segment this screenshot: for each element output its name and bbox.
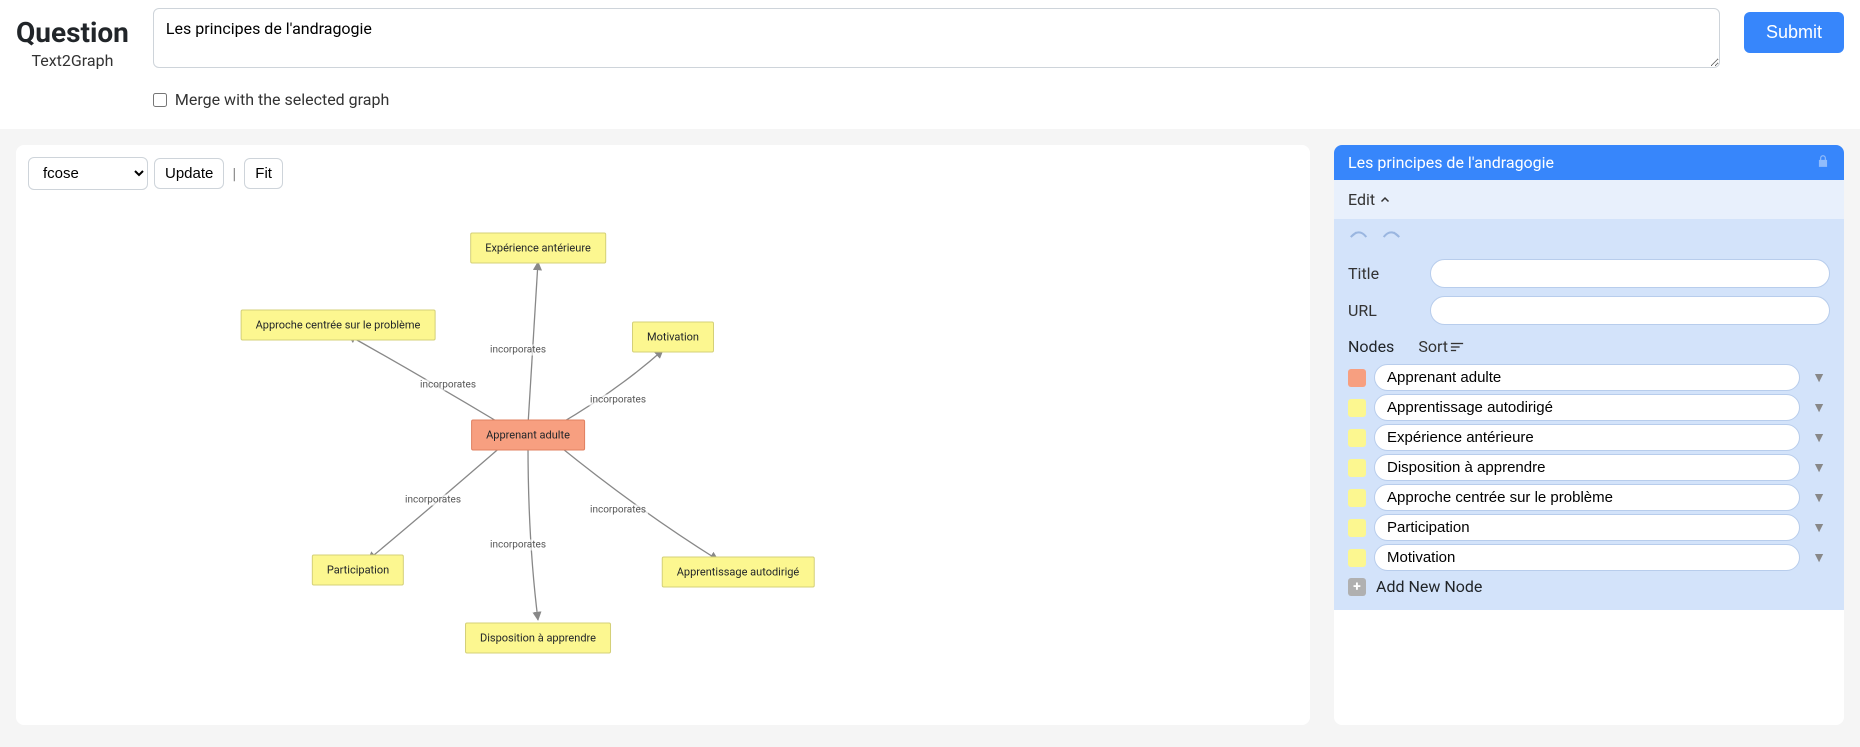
update-button[interactable]: Update [154,158,224,189]
merge-label[interactable]: Merge with the selected graph [175,90,389,109]
chevron-down-icon[interactable]: ▼ [1808,519,1830,536]
merge-checkbox[interactable] [153,93,167,107]
node-label-input[interactable] [1374,394,1800,421]
side-panel: Les principes de l'andragogie Edit Title… [1334,145,1844,725]
node-color[interactable] [1348,549,1366,567]
submit-button[interactable]: Submit [1744,12,1844,53]
node-label-input[interactable] [1374,424,1800,451]
node-color[interactable] [1348,459,1366,477]
side-title: Les principes de l'andragogie [1348,153,1554,172]
fit-button[interactable]: Fit [244,158,283,189]
chevron-down-icon[interactable]: ▼ [1808,399,1830,416]
graph-node-center[interactable]: Apprenant adulte [471,420,585,451]
node-label-input[interactable] [1374,484,1800,511]
graph-node[interactable]: Apprentissage autodirigé [662,557,815,588]
chevron-down-icon[interactable]: ▼ [1808,549,1830,566]
graph-panel: fcose Update | Fit [16,145,1310,725]
node-color[interactable] [1348,519,1366,537]
url-input[interactable] [1430,296,1830,325]
redo-icon[interactable] [1380,229,1402,245]
plus-icon: + [1348,578,1366,596]
node-item: ▼ [1348,544,1830,571]
url-label: URL [1348,301,1418,320]
sort-icon [1450,341,1464,353]
chevron-down-icon[interactable]: ▼ [1808,369,1830,386]
node-label-input[interactable] [1374,364,1800,391]
title-label: Title [1348,264,1418,283]
graph-node[interactable]: Participation [312,555,404,586]
graph-node[interactable]: Expérience antérieure [470,233,606,264]
node-label-input[interactable] [1374,514,1800,541]
node-color[interactable] [1348,489,1366,507]
title-input[interactable] [1430,259,1830,288]
node-color[interactable] [1348,429,1366,447]
sort-button[interactable]: Sort [1418,337,1464,356]
question-title: Question [16,16,129,49]
chevron-down-icon[interactable]: ▼ [1808,489,1830,506]
node-color[interactable] [1348,399,1366,417]
edge-label: incorporates [588,395,648,406]
node-item: ▼ [1348,514,1830,541]
graph-node[interactable]: Approche centrée sur le problème [241,310,436,341]
chevron-up-icon [1379,194,1391,206]
edge-label: incorporates [488,345,548,356]
edge-label: incorporates [403,495,463,506]
graph-canvas[interactable]: Apprenant adulte Expérience antérieure A… [28,190,1298,710]
node-item: ▼ [1348,454,1830,481]
node-item: ▼ [1348,364,1830,391]
node-item: ▼ [1348,484,1830,511]
graph-node[interactable]: Motivation [632,322,714,353]
node-color[interactable] [1348,369,1366,387]
node-label-input[interactable] [1374,454,1800,481]
toolbar-separator: | [232,164,236,183]
edge-label: incorporates [488,540,548,551]
question-input[interactable] [153,8,1720,68]
graph-node[interactable]: Disposition à apprendre [465,623,611,654]
node-item: ▼ [1348,394,1830,421]
add-node-button[interactable]: + Add New Node [1348,577,1830,596]
edge-label: incorporates [418,380,478,391]
nodes-label: Nodes [1348,337,1394,356]
node-item: ▼ [1348,424,1830,451]
layout-select[interactable]: fcose [28,157,148,190]
question-subtitle: Text2Graph [16,51,129,70]
chevron-down-icon[interactable]: ▼ [1808,459,1830,476]
edge-label: incorporates [588,505,648,516]
undo-icon[interactable] [1348,229,1370,245]
edit-toggle[interactable]: Edit [1334,180,1844,219]
node-label-input[interactable] [1374,544,1800,571]
chevron-down-icon[interactable]: ▼ [1808,429,1830,446]
lock-icon [1816,153,1830,172]
